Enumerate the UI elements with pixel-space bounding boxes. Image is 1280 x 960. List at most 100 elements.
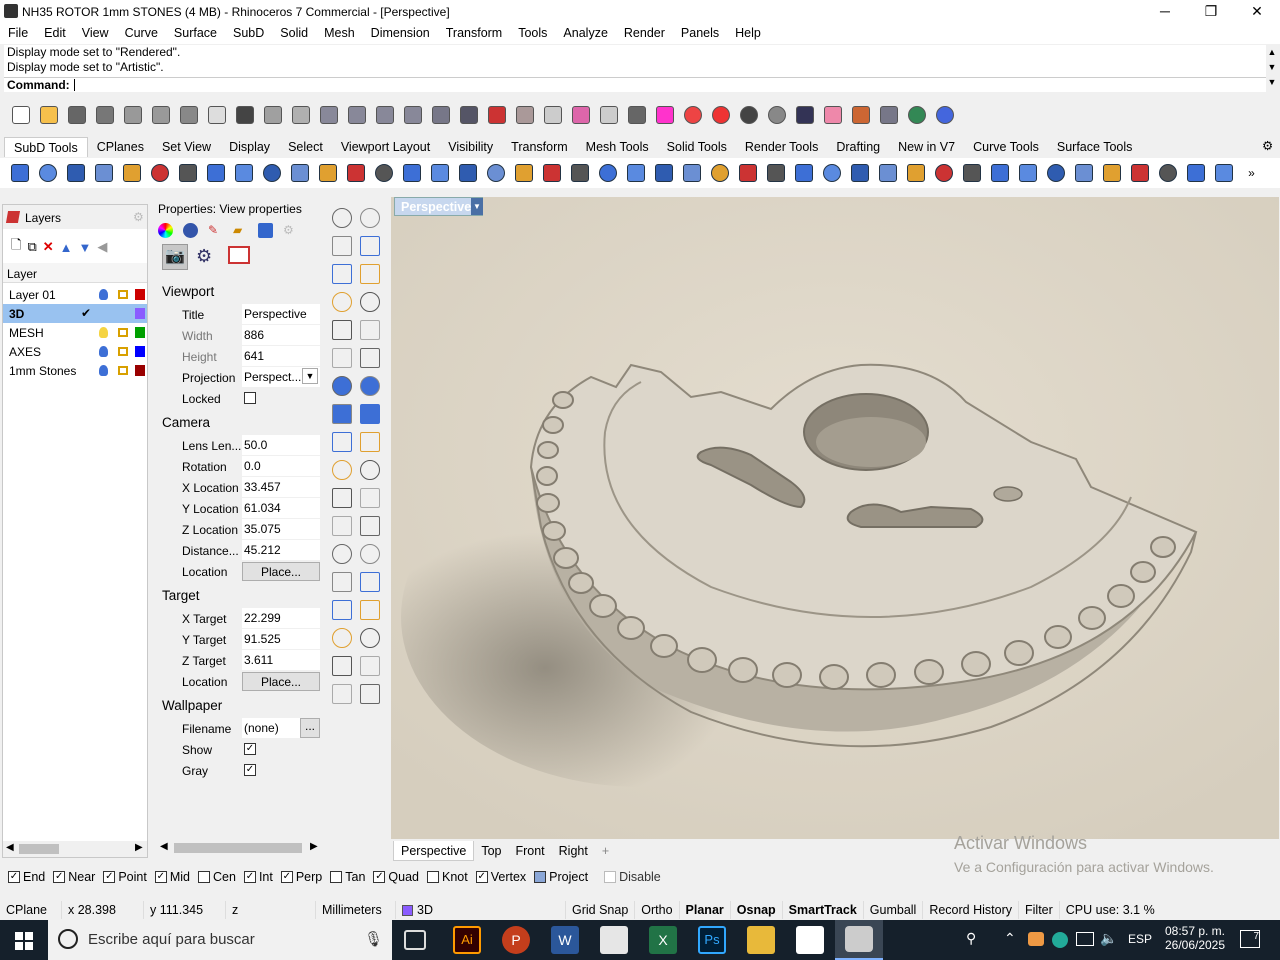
tool-palette-icon[interactable] <box>332 376 352 396</box>
microphone-icon[interactable]: 🎙 <box>364 930 383 948</box>
help-icon[interactable] <box>932 103 957 128</box>
tool-palette-icon[interactable] <box>332 208 352 228</box>
chevron-up-icon[interactable]: ⌃ <box>1004 930 1016 947</box>
tool-palette-icon[interactable] <box>360 600 380 620</box>
tool-palette-icon[interactable] <box>360 684 380 704</box>
rhino-taskbar-button[interactable] <box>835 920 883 960</box>
cplane-label[interactable]: CPlane <box>0 901 62 919</box>
network-icon[interactable] <box>1076 932 1094 946</box>
menu-render[interactable]: Render <box>616 24 673 44</box>
image-icon[interactable] <box>258 222 273 238</box>
close-button[interactable]: ✕ <box>1234 0 1280 24</box>
subd-tool-icon[interactable] <box>875 161 900 186</box>
osnap-checkbox[interactable] <box>198 871 210 883</box>
new-layer-icon[interactable]: 🗋 <box>11 236 21 258</box>
tab-top[interactable]: Top <box>474 841 508 861</box>
osnap-quad[interactable]: ✓ Quad <box>373 870 419 884</box>
layer-color-swatch[interactable] <box>135 327 145 338</box>
tool-palette-icon[interactable] <box>360 516 380 536</box>
osnap-point[interactable]: ✓ Point <box>103 870 147 884</box>
taskbar-search[interactable]: Escribe aquí para buscar 🎙 <box>48 920 392 960</box>
menu-surface[interactable]: Surface <box>166 24 225 44</box>
tool-palette-icon[interactable] <box>332 684 352 704</box>
zloc-field[interactable]: 35.075 <box>242 519 320 539</box>
sun-icon[interactable] <box>820 103 845 128</box>
current-layer[interactable]: 3D <box>396 901 566 919</box>
sphere-shade-icon[interactable] <box>736 103 761 128</box>
tray-app-icon[interactable] <box>1028 932 1044 946</box>
smarttrack-toggle[interactable]: SmartTrack <box>783 901 864 919</box>
subd-tool-icon[interactable] <box>987 161 1012 186</box>
point-cloud-icon[interactable] <box>568 103 593 128</box>
zoom-icon[interactable] <box>316 103 341 128</box>
paste-icon[interactable] <box>204 103 229 128</box>
subd-tool-icon[interactable] <box>63 161 88 186</box>
osnap-checkbox[interactable] <box>427 871 439 883</box>
tab-subd-tools[interactable]: SubD Tools <box>4 137 88 157</box>
tool-palette-icon[interactable] <box>332 544 352 564</box>
visibility-bulb-icon[interactable] <box>99 365 108 376</box>
tool-palette-icon[interactable] <box>332 348 352 368</box>
layer-row[interactable]: 1mm Stones <box>3 361 147 380</box>
subd-tool-icon[interactable] <box>819 161 844 186</box>
tool-palette-icon[interactable] <box>332 292 352 312</box>
gear-icon[interactable]: ⚙ <box>283 223 294 237</box>
osnap-checkbox[interactable]: ✓ <box>103 871 116 883</box>
car-icon[interactable] <box>484 103 509 128</box>
menu-edit[interactable]: Edit <box>36 24 74 44</box>
osnap-checkbox[interactable] <box>534 871 547 883</box>
subd-tool-icon[interactable] <box>1071 161 1096 186</box>
viewport-title-tab[interactable]: Perspective ▼ <box>394 197 483 216</box>
layer-row[interactable]: MESH <box>3 323 147 342</box>
render-icon[interactable] <box>792 103 817 128</box>
layer-row[interactable]: AXES <box>3 342 147 361</box>
osnap-checkbox[interactable]: ✓ <box>154 871 167 883</box>
subd-tool-icon[interactable] <box>679 161 704 186</box>
tab-perspective[interactable]: Perspective <box>393 841 475 861</box>
osnap-knot[interactable]: Knot <box>427 870 468 884</box>
target-place-button[interactable]: Place... <box>242 672 320 691</box>
subd-tool-icon[interactable] <box>287 161 312 186</box>
subd-tool-icon[interactable] <box>427 161 452 186</box>
camera-icon[interactable]: 📷 <box>162 244 188 270</box>
tool-palette-icon[interactable] <box>332 460 352 480</box>
lock-icon[interactable] <box>624 103 649 128</box>
subd-tool-icon[interactable] <box>791 161 816 186</box>
tool-palette-icon[interactable] <box>332 572 352 592</box>
subd-tool-icon[interactable] <box>595 161 620 186</box>
osnap-checkbox[interactable] <box>604 871 617 883</box>
delete-layer-icon[interactable]: ✕ <box>43 239 54 255</box>
tool-palette-icon[interactable] <box>360 572 380 592</box>
gray-checkbox[interactable]: ✓ <box>244 764 256 776</box>
title-field[interactable]: Perspective <box>242 304 320 324</box>
tab-right[interactable]: Right <box>552 841 595 861</box>
subd-tool-icon[interactable] <box>231 161 256 186</box>
filter-toggle[interactable]: Filter <box>1019 901 1060 919</box>
subd-tool-icon[interactable] <box>539 161 564 186</box>
visibility-bulb-icon[interactable] <box>99 289 108 300</box>
clock[interactable]: 08:57 p. m. 26/06/2025 <box>1160 924 1230 952</box>
gear-icon[interactable]: ⚙ <box>133 210 144 224</box>
osnap-checkbox[interactable]: ✓ <box>280 871 293 883</box>
file-explorer-icon[interactable] <box>747 926 775 954</box>
sphere-render-icon[interactable] <box>764 103 789 128</box>
tool-palette-icon[interactable] <box>332 236 352 256</box>
lens-field[interactable]: 50.0 <box>242 435 320 455</box>
people-icon[interactable]: ⚲ <box>966 930 976 947</box>
menu-curve[interactable]: Curve <box>117 24 166 44</box>
tab-curve-tools[interactable]: Curve Tools <box>964 137 1048 157</box>
subd-tool-icon[interactable] <box>147 161 172 186</box>
ytarget-field[interactable]: 91.525 <box>242 629 320 649</box>
cut-icon[interactable] <box>148 103 173 128</box>
open-icon[interactable] <box>36 103 61 128</box>
material-icon[interactable] <box>183 222 198 238</box>
layer-row[interactable]: 3D ✔ <box>3 304 147 323</box>
photos-icon[interactable] <box>796 926 824 954</box>
perspective-viewport[interactable] <box>391 197 1279 839</box>
subd-tool-icon[interactable] <box>651 161 676 186</box>
tab-select[interactable]: Select <box>279 137 332 157</box>
command-scroll[interactable]: ▲ ▼ ▼ <box>1266 45 1278 93</box>
lock-icon[interactable] <box>118 366 128 375</box>
subd-tool-icon[interactable] <box>483 161 508 186</box>
layer-color-swatch[interactable] <box>135 289 145 300</box>
